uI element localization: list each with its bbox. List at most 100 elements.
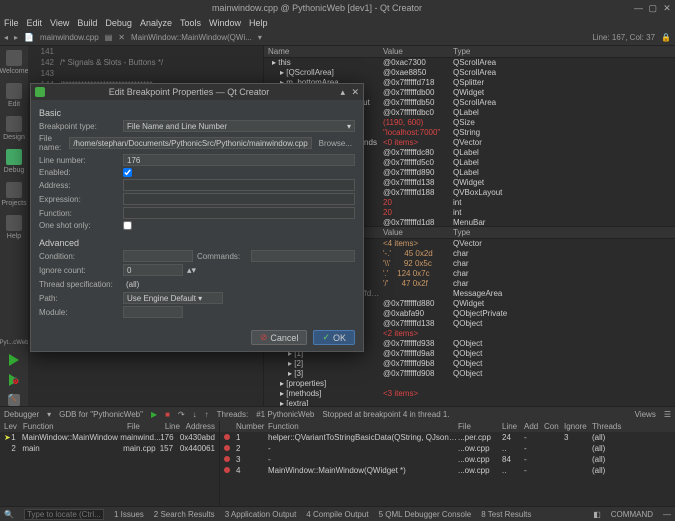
run-button[interactable]	[9, 354, 19, 366]
expr-row[interactable]: ▸ [extra]	[264, 399, 675, 407]
enabled-checkbox[interactable]	[123, 168, 132, 177]
stack-panel: Lev Function File Line Address ➤1MainWin…	[0, 421, 220, 506]
expr-row[interactable]: ▸ [methods]<3 items>	[264, 389, 675, 399]
var-row[interactable]: ▸ [QScrollArea]@0xae8850QScrollArea	[264, 68, 675, 78]
condition-label: Condition:	[39, 252, 119, 261]
menu-edit[interactable]: Edit	[27, 18, 43, 28]
cancel-button[interactable]: ⊘Cancel	[251, 330, 308, 345]
welcome-icon	[6, 50, 22, 66]
mode-projects[interactable]: Projects	[1, 182, 26, 207]
dialog-close-icon[interactable]: ✕	[351, 87, 359, 98]
var-row[interactable]: ▸ this@0xac7300QScrollArea	[264, 58, 675, 68]
function-field[interactable]	[123, 207, 355, 219]
debugger-status: Stopped at breakpoint 4 in thread 1.	[322, 410, 626, 419]
forward-icon[interactable]: ▸	[14, 33, 18, 42]
views-button[interactable]: Views	[635, 410, 656, 419]
linenumber-field[interactable]: 176	[123, 154, 355, 166]
address-field[interactable]	[123, 179, 355, 191]
mode-edit[interactable]: Edit	[6, 83, 22, 108]
browse-button[interactable]: Browse...	[316, 139, 355, 148]
file-icon: 📄	[24, 33, 34, 42]
step-over-icon[interactable]: ↷	[178, 410, 185, 419]
maximize-icon[interactable]: ▢	[648, 3, 656, 14]
close-sidebar-icon[interactable]: ◧	[593, 510, 601, 519]
run-debug-button[interactable]: 🐞	[9, 374, 19, 386]
stack-row[interactable]: ➤1MainWindow::MainWindowmainwind...1760x…	[0, 432, 219, 443]
threadspec-field[interactable]: (all)	[123, 278, 183, 290]
filename-field[interactable]: /home/stephan/Documents/PythonicSrc/Pyth…	[69, 137, 311, 149]
oneshot-checkbox[interactable]	[123, 221, 132, 230]
bptype-select[interactable]: File Name and Line Number▾	[123, 120, 355, 132]
ok-button[interactable]: ✓OK	[313, 330, 355, 345]
expression-field[interactable]	[123, 193, 355, 205]
menu-file[interactable]: File	[4, 18, 19, 28]
ignore-field[interactable]: 0	[123, 264, 183, 276]
bp-row[interactable]: 3-...ow.cpp84-(all)	[220, 454, 675, 465]
window-titlebar: mainwindow.cpp @ PythonicWeb [dev1] - Qt…	[0, 0, 675, 16]
close-icon[interactable]: ✕	[663, 3, 671, 14]
output-tab-appout[interactable]: 3 Application Output	[225, 510, 297, 519]
output-tab-search[interactable]: 2 Search Results	[154, 510, 215, 519]
spinner-icon[interactable]: ▴▾	[187, 265, 196, 276]
menu-build[interactable]: Build	[77, 18, 97, 28]
breakpoint-dialog: Edit Breakpoint Properties — Qt Creator …	[30, 83, 364, 352]
mode-design[interactable]: Design	[3, 116, 25, 141]
address-label: Address:	[39, 181, 119, 190]
lock-icon[interactable]: 🔒	[661, 33, 671, 42]
path-select[interactable]: Use Engine Default ▾	[123, 292, 223, 304]
output-tab-compile[interactable]: 4 Compile Output	[306, 510, 368, 519]
ignore-label: Ignore count:	[39, 266, 119, 275]
step-into-icon[interactable]: ↓	[193, 410, 197, 419]
target-selector[interactable]: Pyt...cWeb	[0, 340, 28, 346]
menu-tools[interactable]: Tools	[180, 18, 201, 28]
file-name[interactable]: mainwindow.cpp	[40, 33, 99, 42]
locator-icon[interactable]: 🔍	[4, 510, 14, 519]
expr-row[interactable]: ▸ [2]@0x7ffffffd9b8QObject	[264, 359, 675, 369]
mode-debug[interactable]: Debug	[4, 149, 25, 174]
locals-header: Name Value Type	[264, 46, 675, 58]
condition-field[interactable]	[123, 250, 193, 262]
oneshot-label: One shot only:	[39, 221, 119, 230]
module-field[interactable]	[123, 306, 183, 318]
menu-debug[interactable]: Debug	[105, 18, 132, 28]
bp-row[interactable]: 1helper::QVariantToStringBasicData(QStri…	[220, 432, 675, 443]
step-out-icon[interactable]: ↑	[205, 410, 209, 419]
menu-window[interactable]: Window	[209, 18, 241, 28]
output-tab-tests[interactable]: 8 Test Results	[481, 510, 531, 519]
build-button[interactable]: 🔨	[8, 394, 20, 406]
menu-view[interactable]: View	[50, 18, 69, 28]
menu-analyze[interactable]: Analyze	[140, 18, 172, 28]
continue-icon[interactable]: ▶	[151, 410, 157, 419]
dialog-minimize-icon[interactable]: ▴	[340, 87, 345, 98]
design-icon	[6, 116, 22, 132]
debugger-toolbar: Debugger ▾ GDB for "PythonicWeb" ▶ ■ ↷ ↓…	[0, 407, 675, 421]
views-menu-icon[interactable]: ☰	[664, 410, 671, 419]
cursor-position: Line: 167, Col: 37	[592, 33, 655, 42]
minimize-icon[interactable]: —	[634, 3, 642, 13]
output-tab-issues[interactable]: 1 Issues	[114, 510, 144, 519]
dropdown-icon[interactable]: ▾	[258, 33, 262, 42]
mode-welcome[interactable]: Welcome	[0, 50, 29, 75]
expression-label: Expression:	[39, 195, 119, 204]
progress-indicator: —	[663, 510, 671, 519]
close-doc-icon[interactable]: ✕	[118, 33, 125, 42]
symbol-crumb[interactable]: MainWindow::MainWindow(QWi...	[131, 33, 252, 42]
menu-help[interactable]: Help	[249, 18, 268, 28]
stop-icon[interactable]: ■	[165, 410, 170, 419]
bp-row[interactable]: 2-...ow.cpp..-(all)	[220, 443, 675, 454]
chevron-icon[interactable]: ▾	[47, 410, 51, 419]
expr-row[interactable]: ▸ [3]@0x7ffffffd908QObject	[264, 369, 675, 379]
split-icon[interactable]: ▤	[105, 33, 113, 42]
commands-field[interactable]	[251, 250, 355, 262]
back-icon[interactable]: ◂	[4, 33, 8, 42]
mode-help[interactable]: Help	[6, 215, 22, 240]
thread-selector[interactable]: #1 PythonicWeb	[256, 410, 314, 419]
bp-row[interactable]: 4MainWindow::MainWindow(QWidget *)...ow.…	[220, 465, 675, 476]
expr-row[interactable]: ▸ [properties]	[264, 379, 675, 389]
dialog-titlebar[interactable]: Edit Breakpoint Properties — Qt Creator …	[31, 84, 363, 100]
debugger-preset[interactable]: GDB for "PythonicWeb"	[59, 410, 143, 419]
path-label: Path:	[39, 294, 119, 303]
output-tab-qml[interactable]: 5 QML Debugger Console	[379, 510, 472, 519]
locator-input[interactable]	[24, 509, 104, 520]
stack-row[interactable]: 2mainmain.cpp1570x440061	[0, 443, 219, 454]
